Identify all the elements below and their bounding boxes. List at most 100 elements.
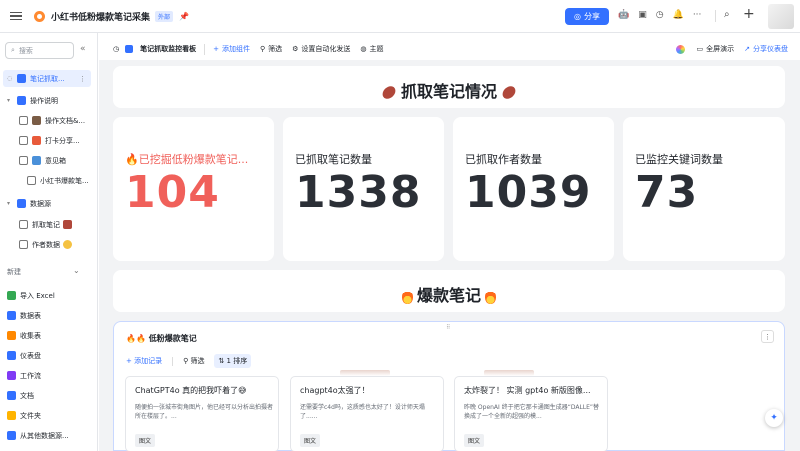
- pin-icon[interactable]: 📌: [179, 12, 189, 21]
- datasource-icon: [7, 431, 16, 440]
- dashboard-icon: [17, 74, 26, 83]
- excel-icon: [7, 291, 16, 300]
- sort-button[interactable]: ⇅ 1 排序: [214, 354, 252, 368]
- robot-icon[interactable]: 🤖: [618, 10, 629, 20]
- filter-button[interactable]: ⚲ 筛选: [260, 44, 282, 54]
- viral-notes-table-view[interactable]: ⠿ 🔥🔥 低粉爆款笔记 ⋮ + 添加记录 ⚲ 筛选 ⇅ 1 排序 ChatGPT…: [113, 321, 785, 451]
- new-item-label: 文件夹: [20, 411, 41, 420]
- new-datatable[interactable]: 数据表: [7, 307, 41, 324]
- history-icon[interactable]: ◷: [656, 10, 664, 20]
- sidebar-item-feedback[interactable]: 意见箱: [19, 152, 66, 169]
- record-card[interactable]: 太炸裂了！ 实测 gpt4o 新版图像... 昨晚 OpenAI 终于把它那卡通…: [454, 376, 608, 451]
- toolbar-divider: [172, 356, 174, 366]
- stat-card-keywords-count[interactable]: 已监控关键词数量 73: [623, 117, 785, 261]
- sidebar-item-datasource[interactable]: ▾ 数据源: [7, 195, 51, 212]
- record-body: 还需要学c4d吗，这质感也太好了！设计师天塌了......: [300, 404, 425, 420]
- sidebar-item-captured-notes[interactable]: 抓取笔记: [19, 216, 76, 233]
- sidebar-item-author-data[interactable]: 作者数据: [19, 236, 76, 253]
- sidebar-item-xhs-notes[interactable]: 小红书爆款笔...: [27, 172, 97, 189]
- notification-bell-icon[interactable]: 🔔: [673, 10, 684, 20]
- table-filter-button[interactable]: ⚲ 筛选: [183, 356, 204, 366]
- table-more-icon[interactable]: ⋮: [761, 330, 774, 343]
- banner-title: 爆款笔记: [113, 282, 785, 306]
- stat-label: 已监控关键词数量: [635, 153, 723, 166]
- record-tag: 图文: [464, 434, 485, 447]
- app-logo-icon: [34, 10, 45, 22]
- stat-card-viral-notes[interactable]: 🔥已挖掘低粉爆款笔记... 104: [113, 117, 274, 261]
- add-record-button[interactable]: + 添加记录: [126, 356, 162, 366]
- fullscreen-button[interactable]: ▭ 全屏演示: [697, 44, 735, 54]
- document-title[interactable]: 小红书低粉爆款笔记采集: [51, 10, 150, 23]
- banner-captured-notes[interactable]: 抓取笔记情况: [113, 66, 785, 108]
- menu-icon[interactable]: [10, 10, 22, 22]
- collapse-sidebar-icon[interactable]: «: [80, 44, 86, 54]
- table-icon: [19, 136, 28, 145]
- stat-value: 1338: [295, 167, 422, 218]
- record-card[interactable]: chagpt4o太强了！ 还需要学c4d吗，这质感也太好了！设计师天塌了....…: [290, 376, 444, 451]
- new-from-other-source[interactable]: 从其他数据源...: [7, 427, 95, 444]
- new-document[interactable]: 文档: [7, 387, 34, 404]
- drag-handle-icon[interactable]: ⠿: [446, 324, 450, 331]
- sidebar-item-docs[interactable]: 操作文档&...: [19, 112, 85, 129]
- new-item-label: 文档: [20, 391, 34, 400]
- user-avatar[interactable]: [768, 4, 794, 29]
- theme-button[interactable]: ◍ 主题: [360, 44, 383, 54]
- new-workflow[interactable]: 工作流: [7, 367, 41, 384]
- table-toolbar: + 添加记录 ⚲ 筛选 ⇅ 1 排序: [126, 354, 252, 368]
- ai-assistant-icon[interactable]: [675, 44, 685, 54]
- fire-icon: [485, 289, 496, 304]
- share-dashboard-button[interactable]: ↗ 分享仪表盘: [744, 44, 788, 54]
- new-plus-icon[interactable]: +: [743, 6, 755, 22]
- search-icon: ⌕: [11, 46, 15, 54]
- more-icon[interactable]: ···: [693, 10, 702, 20]
- plugin-icon[interactable]: ▣: [638, 10, 647, 20]
- search-placeholder: 搜索: [18, 46, 33, 55]
- share-label: 分享: [583, 12, 600, 21]
- sidebar-search-input[interactable]: ⌕ 搜索: [5, 42, 74, 59]
- record-body: 随便拍一张城市街角图片，他已经可以分析出拍摄者所在楼层了。...: [135, 404, 274, 420]
- new-item-label: 工作流: [20, 371, 41, 380]
- stat-card-notes-count[interactable]: 已抓取笔记数量 1338: [283, 117, 444, 261]
- toolbar-divider: [204, 43, 206, 55]
- sidebar-item-checkin[interactable]: 打卡分享...: [19, 132, 80, 149]
- new-form[interactable]: 收集表: [7, 327, 41, 344]
- stat-card-authors-count[interactable]: 已抓取作者数量 1039: [453, 117, 614, 261]
- new-section-label: 新建: [7, 268, 21, 276]
- table-icon: [19, 220, 28, 229]
- dashboard-name[interactable]: ◷ 笔记抓取监控看板: [113, 44, 196, 54]
- sidebar-item-label: 意见箱: [45, 156, 66, 165]
- new-folder[interactable]: 文件夹: [7, 407, 41, 424]
- add-component-button[interactable]: + 添加组件: [213, 44, 250, 54]
- item-more-icon[interactable]: ⋮: [79, 75, 86, 83]
- banner-viral-notes[interactable]: 爆款笔记: [113, 270, 785, 312]
- chevron-down-icon[interactable]: ⌄: [73, 266, 80, 275]
- new-dashboard[interactable]: 仪表盘: [7, 347, 41, 364]
- new-import-excel[interactable]: 导入 Excel: [7, 287, 55, 304]
- record-body: 昨晚 OpenAI 终于把它那卡通图生成器“DALLE”替换成了一个全新的超强的…: [464, 404, 600, 420]
- record-title: chagpt4o太强了！: [300, 386, 370, 395]
- stat-value: 1039: [465, 167, 592, 218]
- new-item-label: 仪表盘: [20, 351, 41, 360]
- number-one-icon: [17, 96, 26, 105]
- sidebar-item-label: 笔记抓取...: [30, 74, 65, 83]
- sidebar: ⌕ 搜索 « ◌ 笔记抓取... ⋮ ▾ 操作说明 操作文档&... 打卡分享.…: [0, 33, 98, 451]
- search-icon[interactable]: ⌕: [724, 9, 730, 20]
- stat-label: 已抓取作者数量: [465, 153, 542, 166]
- record-tag: 图文: [300, 434, 321, 447]
- sidebar-item-instructions[interactable]: ▾ 操作说明: [7, 92, 58, 109]
- banner-title: 抓取笔记情况: [113, 78, 785, 102]
- record-title: 太炸裂了！ 实测 gpt4o 新版图像...: [464, 386, 591, 395]
- table-icon: [19, 240, 28, 249]
- share-button[interactable]: ◎ 分享: [565, 8, 609, 25]
- mailbox-icon: [32, 156, 41, 165]
- gift-icon: [32, 136, 41, 145]
- record-card[interactable]: ChatGPT4o 真的把我吓着了😅 随便拍一张城市街角图片，他已经可以分析出拍…: [125, 376, 279, 451]
- stat-label: 🔥已挖掘低粉爆款笔记...: [125, 153, 249, 166]
- dashboard-icon: [7, 351, 16, 360]
- sidebar-item-dashboard[interactable]: ◌ 笔记抓取... ⋮: [3, 70, 91, 87]
- clock-icon: ◷: [113, 45, 120, 53]
- ai-sparkle-button[interactable]: ✦: [765, 409, 783, 427]
- caret-down-icon: ▾: [7, 97, 11, 104]
- automation-button[interactable]: ⚙ 设置自动化发送: [292, 44, 350, 54]
- new-item-label: 从其他数据源...: [20, 431, 69, 440]
